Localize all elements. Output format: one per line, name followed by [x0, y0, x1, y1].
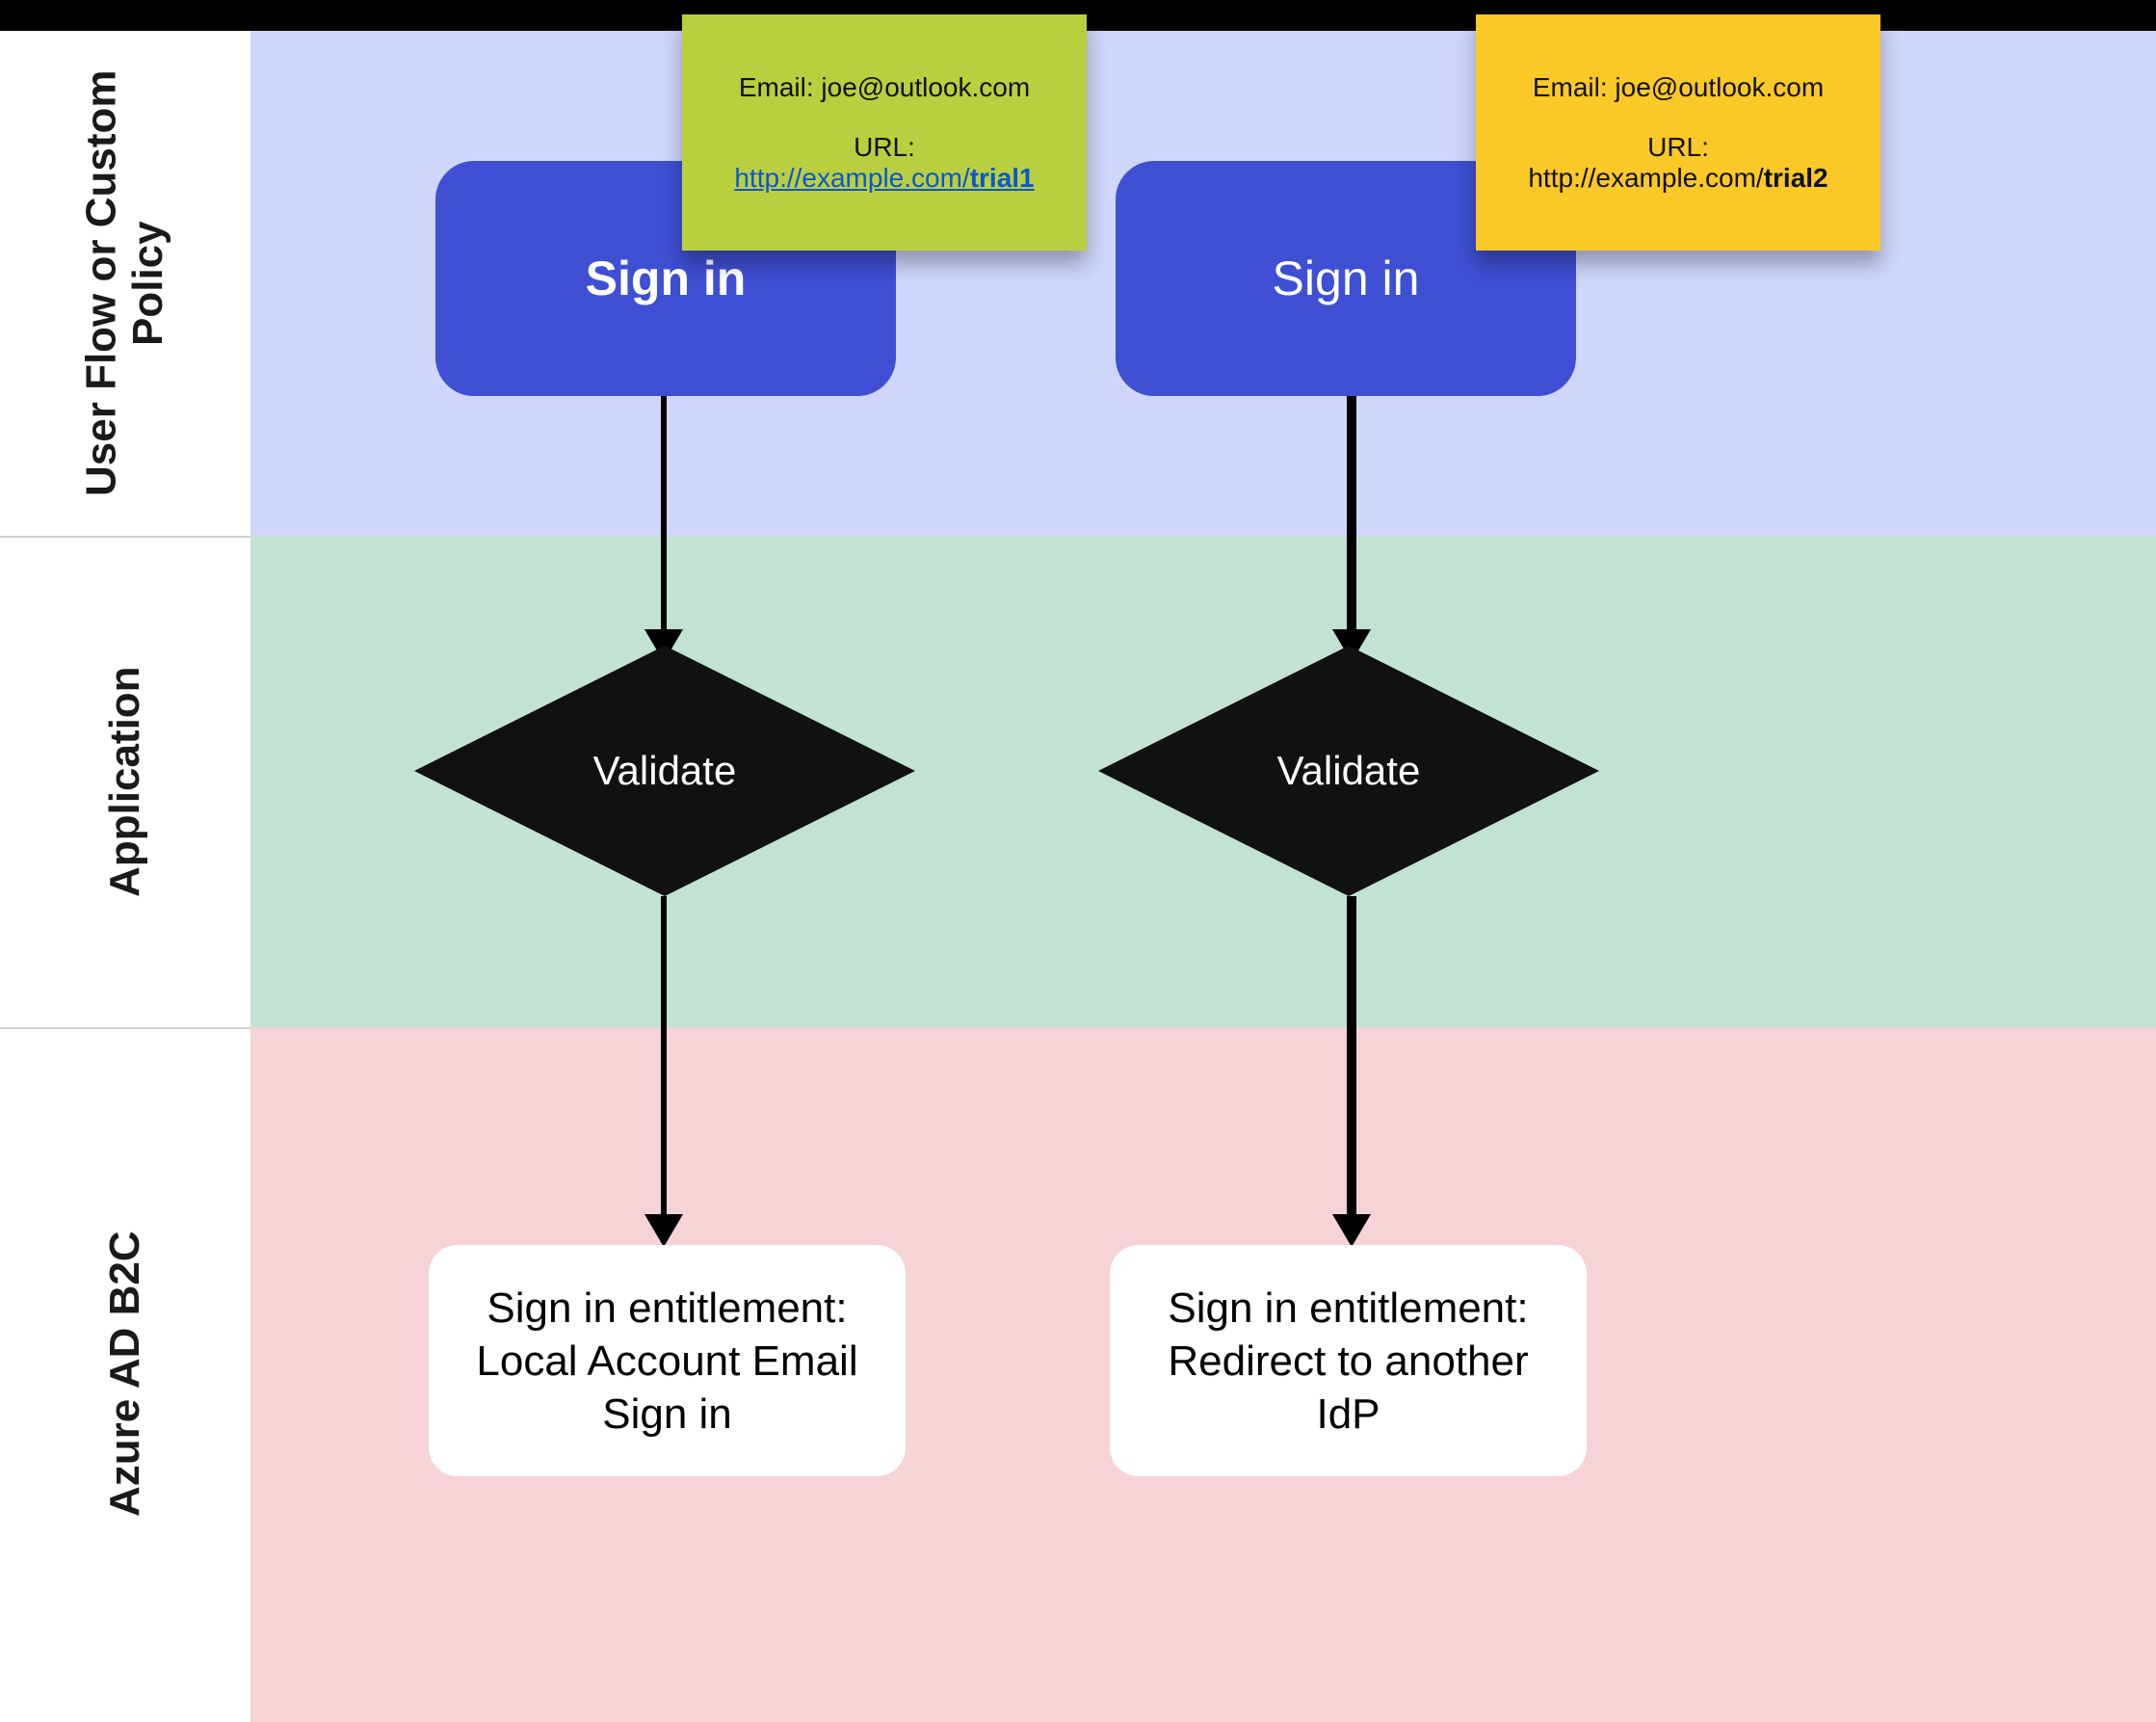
sticky-url-left: URL: http://example.com/trial1: [734, 132, 1034, 194]
result-label-right: Sign in entitlement: Redirect to another…: [1139, 1282, 1558, 1441]
signin-label-right: Sign in: [1273, 251, 1420, 306]
lane-label-user-flow: User Flow or Custom Policy: [0, 31, 250, 536]
result-node-left: Sign in entitlement: Local Account Email…: [429, 1245, 906, 1476]
sticky-note-left: Email: joe@outlook.com URL: http://examp…: [682, 14, 1087, 251]
sticky-email-right: Email: joe@outlook.com: [1533, 72, 1824, 103]
sticky-url-label-left: URL:: [734, 132, 1034, 163]
arrowhead-right-2: [1332, 1214, 1371, 1247]
arrow-right-1: [1347, 396, 1356, 637]
sticky-url-suffix-left[interactable]: trial1: [970, 163, 1035, 193]
validate-label-left: Validate: [414, 646, 915, 896]
result-label-left: Sign in entitlement: Local Account Email…: [458, 1282, 877, 1441]
sticky-url-label-right: URL:: [1528, 132, 1827, 163]
arrow-left-2: [661, 896, 667, 1222]
validate-label-right: Validate: [1098, 646, 1599, 896]
sticky-url-suffix-right: trial2: [1764, 163, 1828, 193]
lane-label-azure-b2c: Azure AD B2C: [0, 1027, 250, 1721]
arrow-right-2: [1347, 896, 1356, 1222]
lane-label-application: Application: [0, 536, 250, 1027]
validate-node-left: Validate: [414, 646, 915, 896]
sticky-url-right: URL: http://example.com/trial2: [1528, 132, 1827, 194]
sticky-email-left: Email: joe@outlook.com: [739, 72, 1030, 103]
validate-node-right: Validate: [1098, 646, 1599, 896]
arrowhead-left-2: [644, 1214, 683, 1247]
arrow-left-1: [661, 396, 667, 637]
sticky-note-right: Email: joe@outlook.com URL: http://examp…: [1476, 14, 1880, 251]
sticky-url-prefix-left[interactable]: http://example.com/: [734, 163, 969, 193]
signin-label-left: Sign in: [586, 251, 747, 306]
result-node-right: Sign in entitlement: Redirect to another…: [1110, 1245, 1587, 1476]
sticky-url-prefix-right: http://example.com/: [1528, 163, 1763, 193]
